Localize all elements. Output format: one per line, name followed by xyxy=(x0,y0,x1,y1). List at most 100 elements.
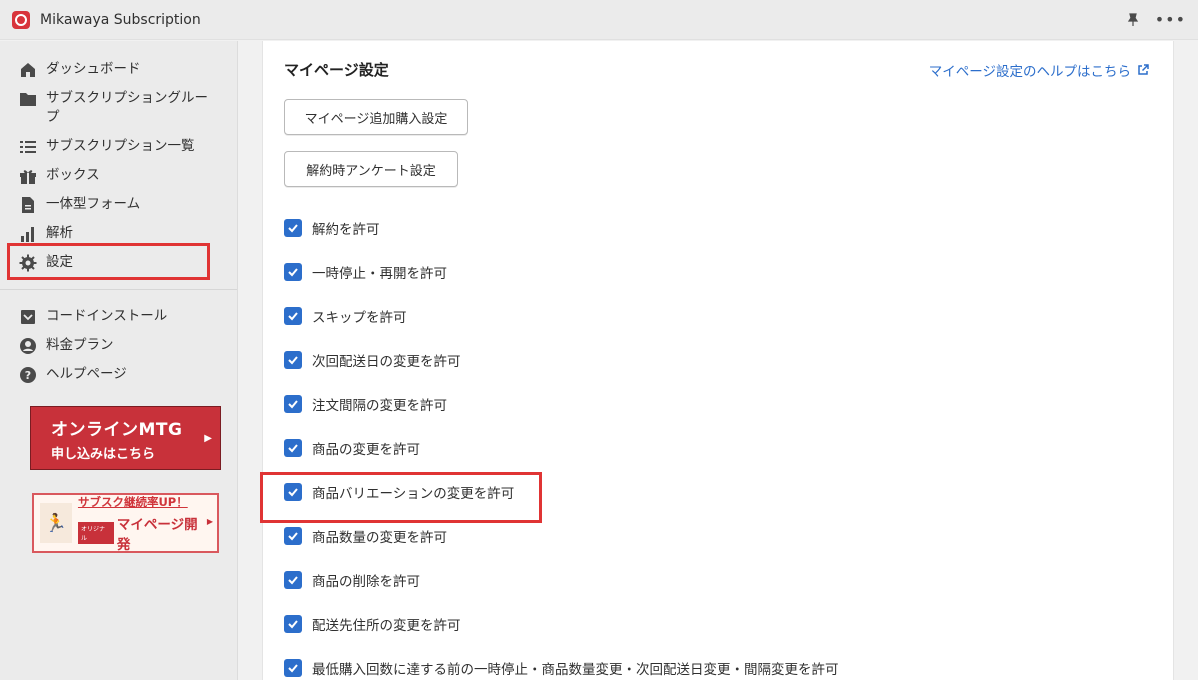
checkbox-checked[interactable] xyxy=(284,351,302,369)
pin-icon[interactable] xyxy=(1125,12,1141,28)
checkbox-label: 配送先住所の変更を許可 xyxy=(312,618,461,634)
checkbox-label: 最低購入回数に達する前の一時停止・商品数量変更・次回配送日変更・間隔変更を許可 xyxy=(312,662,839,678)
install-icon xyxy=(18,307,38,326)
checkmark-icon xyxy=(288,444,298,453)
checkbox-row-allow-pause-resume[interactable]: 一時停止・再開を許可 xyxy=(284,250,839,294)
banner-mtg-title: オンラインMTG xyxy=(51,420,183,440)
page-title: マイページ設定 xyxy=(284,61,389,79)
sidebar-item-label: ダッシュボード xyxy=(46,61,141,77)
app-title: Mikawaya Subscription xyxy=(40,11,201,28)
triangle-right-icon: ▶ xyxy=(206,517,213,526)
checkbox-checked[interactable] xyxy=(284,615,302,633)
checkbox-label: スキップを許可 xyxy=(312,310,407,326)
sidebar: ダッシュボード サブスクリプショングループ サブスクリプション一覧 ボックス 一… xyxy=(0,41,238,680)
svg-text:?: ? xyxy=(25,369,31,382)
bar-chart-icon xyxy=(18,224,38,243)
checkmark-icon xyxy=(288,268,298,277)
checkmark-icon xyxy=(288,312,298,321)
online-mtg-banner[interactable]: オンラインMTG 申し込みはこちら ▶ xyxy=(30,406,221,470)
checkbox-row-allow-product-change[interactable]: 商品の変更を許可 xyxy=(284,426,839,470)
sidebar-item-label: ヘルプページ xyxy=(46,366,127,382)
checkbox-checked[interactable] xyxy=(284,527,302,545)
app-logo-icon xyxy=(12,10,30,29)
help-link-label: マイページ設定のヘルプはこちら xyxy=(928,63,1131,80)
sidebar-item-box[interactable]: ボックス xyxy=(0,161,237,190)
sidebar-item-label: 一体型フォーム xyxy=(46,196,141,212)
checkmark-icon xyxy=(288,488,298,497)
document-icon xyxy=(18,195,38,214)
checkbox-label: 商品の変更を許可 xyxy=(312,442,420,458)
checkbox-checked[interactable] xyxy=(284,307,302,325)
checkbox-label: 商品の削除を許可 xyxy=(312,574,420,590)
checkmark-icon xyxy=(288,620,298,629)
checkbox-label: 商品バリエーションの変更を許可 xyxy=(312,486,515,502)
home-icon xyxy=(18,60,38,79)
checkbox-checked[interactable] xyxy=(284,439,302,457)
mypage-dev-banner[interactable]: 🏃 サブスク継続率UP！ オリジナル マイページ開発 ▶ xyxy=(32,493,219,553)
checkbox-row-allow-quantity-change[interactable]: 商品数量の変更を許可 xyxy=(284,514,839,558)
sidebar-item-help[interactable]: ? ヘルプページ xyxy=(0,360,237,389)
checkbox-checked[interactable] xyxy=(284,395,302,413)
person-illustration-icon: 🏃 xyxy=(40,503,72,543)
sidebar-item-label: コードインストール xyxy=(46,308,168,324)
sidebar-item-label: 解析 xyxy=(46,225,73,241)
banner-mtg-subtitle: 申し込みはこちら xyxy=(51,447,156,462)
checkbox-checked[interactable] xyxy=(284,483,302,501)
sidebar-item-subscription-list[interactable]: サブスクリプション一覧 xyxy=(0,132,237,161)
triangle-right-icon: ▶ xyxy=(204,433,212,444)
checkbox-label: 商品数量の変更を許可 xyxy=(312,530,447,546)
sidebar-divider xyxy=(0,289,237,290)
checkbox-row-allow-variant-change[interactable]: 商品バリエーションの変更を許可 xyxy=(260,470,839,523)
checkbox-row-allow-address-change[interactable]: 配送先住所の変更を許可 xyxy=(284,602,839,646)
question-icon: ? xyxy=(18,365,38,384)
sidebar-item-subscription-groups[interactable]: サブスクリプショングループ xyxy=(0,84,237,132)
checkbox-row-allow-cancel[interactable]: 解約を許可 xyxy=(284,206,839,250)
checkbox-checked[interactable] xyxy=(284,263,302,281)
more-horizontal-icon[interactable]: ••• xyxy=(1155,11,1186,28)
sidebar-item-form[interactable]: 一体型フォーム xyxy=(0,190,237,219)
sidebar-item-pricing[interactable]: 料金プラン xyxy=(0,331,237,360)
checkbox-checked[interactable] xyxy=(284,571,302,589)
gift-icon xyxy=(18,166,38,185)
checkbox-row-allow-product-delete[interactable]: 商品の削除を許可 xyxy=(284,558,839,602)
help-link[interactable]: マイページ設定のヘルプはこちら xyxy=(929,60,1149,80)
sidebar-nav: ダッシュボード サブスクリプショングループ サブスクリプション一覧 ボックス 一… xyxy=(0,41,237,389)
checkbox-checked[interactable] xyxy=(284,659,302,677)
banner-mypage-tag: オリジナル xyxy=(77,521,114,544)
checkmark-icon xyxy=(288,356,298,365)
banner-mypage-headline: サブスク継続率UP！ xyxy=(77,494,188,509)
checkbox-label: 注文間隔の変更を許可 xyxy=(312,398,447,414)
user-circle-icon xyxy=(18,336,38,355)
checkbox-label: 解約を許可 xyxy=(312,222,380,238)
folder-icon xyxy=(18,89,38,108)
cancel-survey-settings-button[interactable]: 解約時アンケート設定 xyxy=(284,151,458,187)
mypage-settings-card: マイページ設定 マイページ設定のヘルプはこちら マイページ追加購入設定 解約時ア… xyxy=(260,41,1174,680)
top-bar: Mikawaya Subscription ••• xyxy=(0,0,1198,40)
sidebar-item-label: 料金プラン xyxy=(46,337,114,353)
checkmark-icon xyxy=(288,664,298,673)
checkbox-row-allow-next-delivery-change[interactable]: 次回配送日の変更を許可 xyxy=(284,338,839,382)
gear-icon xyxy=(18,253,38,272)
sidebar-item-label: サブスクリプショングループ xyxy=(46,90,208,125)
sidebar-item-analytics[interactable]: 解析 xyxy=(0,219,237,248)
checkbox-row-allow-interval-change[interactable]: 注文間隔の変更を許可 xyxy=(284,382,839,426)
sidebar-item-code-install[interactable]: コードインストール xyxy=(0,302,237,331)
checkbox-row-allow-before-minimum-changes[interactable]: 最低購入回数に達する前の一時停止・商品数量変更・次回配送日変更・間隔変更を許可 xyxy=(284,646,839,680)
additional-purchase-settings-button[interactable]: マイページ追加購入設定 xyxy=(284,99,468,135)
sidebar-item-settings[interactable]: 設定 xyxy=(0,243,237,280)
sidebar-item-label: サブスクリプション一覧 xyxy=(46,138,195,154)
checkbox-checked[interactable] xyxy=(284,219,302,237)
list-icon xyxy=(18,137,38,156)
checkbox-row-allow-skip[interactable]: スキップを許可 xyxy=(284,294,839,338)
sidebar-item-dashboard[interactable]: ダッシュボード xyxy=(0,55,237,84)
permission-checkbox-list: 解約を許可 一時停止・再開を許可 スキップを許可 次回配送日の変更を許可 注文間… xyxy=(260,206,839,680)
sidebar-item-label: 設定 xyxy=(46,254,73,270)
banner-mypage-title: マイページ開発 xyxy=(116,516,198,553)
checkbox-label: 一時停止・再開を許可 xyxy=(312,266,447,282)
checkmark-icon xyxy=(288,532,298,541)
checkmark-icon xyxy=(288,400,298,409)
checkmark-icon xyxy=(288,576,298,585)
sidebar-item-label: ボックス xyxy=(46,167,100,183)
checkbox-label: 次回配送日の変更を許可 xyxy=(312,354,461,370)
checkmark-icon xyxy=(288,224,298,233)
